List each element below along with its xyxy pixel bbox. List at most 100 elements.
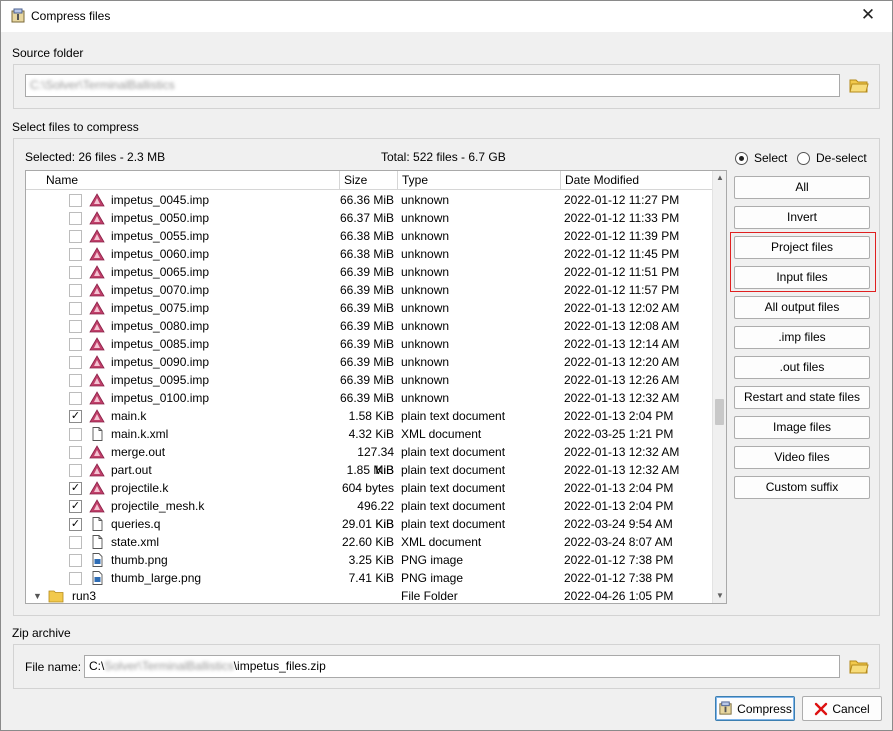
table-row[interactable]: part.out 1.85 MiB plain text document 2022-…: [26, 461, 713, 479]
file-type: PNG image: [401, 553, 464, 567]
column-header-size[interactable]: Size: [340, 171, 398, 190]
input-files-button[interactable]: Input files: [734, 266, 870, 289]
file-date: 2022-01-13 12:32 AM: [564, 463, 680, 477]
file-date: 2022-01-13 2:04 PM: [564, 409, 674, 423]
file-date: 2022-01-13 2:04 PM: [564, 481, 674, 495]
table-row[interactable]: impetus_0080.imp 66.39 MiB unknown 2022-01-…: [26, 317, 713, 335]
image-files-button[interactable]: Image files: [734, 416, 870, 439]
zip-file-name-input[interactable]: C:\Solver\TerminalBallistics\impetus_fil…: [84, 655, 840, 678]
checkbox-unchecked[interactable]: [69, 284, 82, 297]
column-header-name[interactable]: Name: [26, 171, 340, 190]
table-row[interactable]: impetus_0055.imp 66.38 MiB unknown 2022-01-…: [26, 227, 713, 245]
expand-arrow-icon[interactable]: ▼: [33, 587, 42, 603]
checkbox-unchecked[interactable]: [69, 320, 82, 333]
checkbox-unchecked[interactable]: [69, 392, 82, 405]
source-folder-input[interactable]: C:\Solver\TerminalBallistics: [25, 74, 840, 97]
checkbox-unchecked[interactable]: [69, 194, 82, 207]
vertical-scrollbar[interactable]: ▲ ▼: [712, 171, 726, 603]
file-size: 66.39 MiB: [339, 301, 394, 315]
table-row[interactable]: ✓ projectile_mesh.k 496.22 KiB plain text d…: [26, 497, 713, 531]
triangle-icon: [89, 373, 105, 387]
checkbox-unchecked[interactable]: [69, 446, 82, 459]
imp-files-button[interactable]: .imp files: [734, 326, 870, 349]
checkbox-unchecked[interactable]: [69, 554, 82, 567]
browse-zip-folder-icon[interactable]: [849, 657, 869, 675]
table-row[interactable]: main.k.xml 4.32 KiB XML document 2022-03-25…: [26, 425, 713, 443]
checkbox-unchecked[interactable]: [69, 212, 82, 225]
file-tree-table[interactable]: Name Size Type Date Modified impetus_004…: [25, 170, 727, 604]
image-icon: [92, 553, 103, 567]
checkbox-checked[interactable]: ✓: [69, 500, 82, 513]
radio-unselected-icon[interactable]: [797, 151, 810, 165]
table-row[interactable]: thumb.png 3.25 KiB PNG image 2022-01-12 7:3…: [26, 551, 713, 569]
folder-row[interactable]: ▼ run3 File Folder 2022-04-26 1:05 PM: [26, 587, 713, 603]
checkbox-unchecked[interactable]: [69, 374, 82, 387]
table-row[interactable]: merge.out 127.34 KiB plain text document 20…: [26, 443, 713, 477]
checkbox-unchecked[interactable]: [69, 302, 82, 315]
table-row[interactable]: ✓ projectile.k 604 bytes plain text documen…: [26, 479, 713, 497]
project-files-button[interactable]: Project files: [734, 236, 870, 259]
table-row[interactable]: impetus_0075.imp 66.39 MiB unknown 2022-01-…: [26, 299, 713, 317]
invert-button[interactable]: Invert: [734, 206, 870, 229]
table-row[interactable]: ✓ main.k 1.58 KiB plain text document 2022-0…: [26, 407, 713, 425]
table-row[interactable]: impetus_0095.imp 66.39 MiB unknown 2022-01-…: [26, 371, 713, 389]
checkbox-checked[interactable]: ✓: [69, 482, 82, 495]
all-button[interactable]: All: [734, 176, 870, 199]
table-body: impetus_0045.imp 66.36 MiB unknown 2022-01-…: [26, 191, 713, 603]
checkbox-checked[interactable]: ✓: [69, 518, 82, 531]
file-name: part.out: [111, 463, 152, 477]
checkbox-unchecked[interactable]: [69, 248, 82, 261]
file-date: 2022-01-12 7:38 PM: [564, 571, 674, 585]
custom-suffix-button[interactable]: Custom suffix: [734, 476, 870, 499]
table-row[interactable]: impetus_0045.imp 66.36 MiB unknown 2022-01-…: [26, 191, 713, 209]
checkbox-unchecked[interactable]: [69, 464, 82, 477]
table-row[interactable]: ✓ queries.q 29.01 KiB plain text document 20…: [26, 515, 713, 533]
checkbox-unchecked[interactable]: [69, 356, 82, 369]
checkbox-unchecked[interactable]: [69, 536, 82, 549]
table-row[interactable]: impetus_0050.imp 66.37 MiB unknown 2022-01-…: [26, 209, 713, 227]
cancel-x-icon: [815, 702, 828, 715]
scrollbar-thumb[interactable]: [715, 399, 724, 425]
table-row[interactable]: impetus_0070.imp 66.39 MiB unknown 2022-01-…: [26, 281, 713, 299]
column-header-date[interactable]: Date Modified: [561, 171, 713, 190]
table-row[interactable]: impetus_0090.imp 66.39 MiB unknown 2022-01-…: [26, 353, 713, 371]
file-type: unknown: [401, 247, 450, 261]
table-row[interactable]: impetus_0065.imp 66.39 MiB unknown 2022-01-…: [26, 263, 713, 281]
checkbox-unchecked[interactable]: [69, 230, 82, 243]
file-name: impetus_0055.imp: [111, 229, 210, 243]
file-date: 2022-03-25 1:21 PM: [564, 427, 674, 441]
table-row[interactable]: impetus_0100.imp 66.39 MiB unknown 2022-01-…: [26, 389, 713, 407]
table-row[interactable]: impetus_0060.imp 66.38 MiB unknown 2022-01-…: [26, 245, 713, 263]
all-output-files-button[interactable]: All output files: [734, 296, 870, 319]
column-header-type[interactable]: Type: [398, 171, 561, 190]
deselect-radio[interactable]: De-select: [797, 151, 867, 165]
triangle-icon: [89, 391, 105, 405]
deselect-radio-label: De-select: [816, 151, 867, 165]
out-files-button[interactable]: .out files: [734, 356, 870, 379]
select-radio[interactable]: Select: [735, 151, 787, 165]
scroll-up-arrow-icon[interactable]: ▲: [713, 171, 726, 185]
checkbox-unchecked[interactable]: [69, 266, 82, 279]
select-radio-label: Select: [754, 151, 788, 165]
close-icon[interactable]: ✕: [858, 5, 878, 25]
file-size: 66.38 MiB: [339, 229, 394, 243]
table-row[interactable]: impetus_0085.imp 66.39 MiB unknown 2022-01-…: [26, 335, 713, 353]
scroll-down-arrow-icon[interactable]: ▼: [713, 589, 726, 603]
radio-selected-icon[interactable]: [735, 151, 748, 165]
total-summary: Total: 522 files - 6.7 GB: [381, 150, 506, 164]
compress-button[interactable]: Compress: [715, 696, 795, 721]
table-row[interactable]: state.xml 22.60 KiB XML document 2022-03-24…: [26, 533, 713, 551]
cancel-button[interactable]: Cancel: [802, 696, 882, 721]
table-row[interactable]: thumb_large.png 7.41 KiB PNG image 2022-01-…: [26, 569, 713, 587]
document-icon: [92, 427, 103, 441]
compress-label: Compress: [737, 701, 792, 716]
checkbox-unchecked[interactable]: [69, 428, 82, 441]
browse-folder-icon[interactable]: [849, 76, 869, 94]
video-files-button[interactable]: Video files: [734, 446, 870, 469]
checkbox-unchecked[interactable]: [69, 338, 82, 351]
file-size: 604 bytes: [341, 481, 394, 495]
checkbox-unchecked[interactable]: [69, 572, 82, 585]
checkbox-checked[interactable]: ✓: [69, 410, 82, 423]
file-date: 2022-03-24 8:07 AM: [564, 535, 673, 549]
restart-and-state-files-button[interactable]: Restart and state files: [734, 386, 870, 409]
